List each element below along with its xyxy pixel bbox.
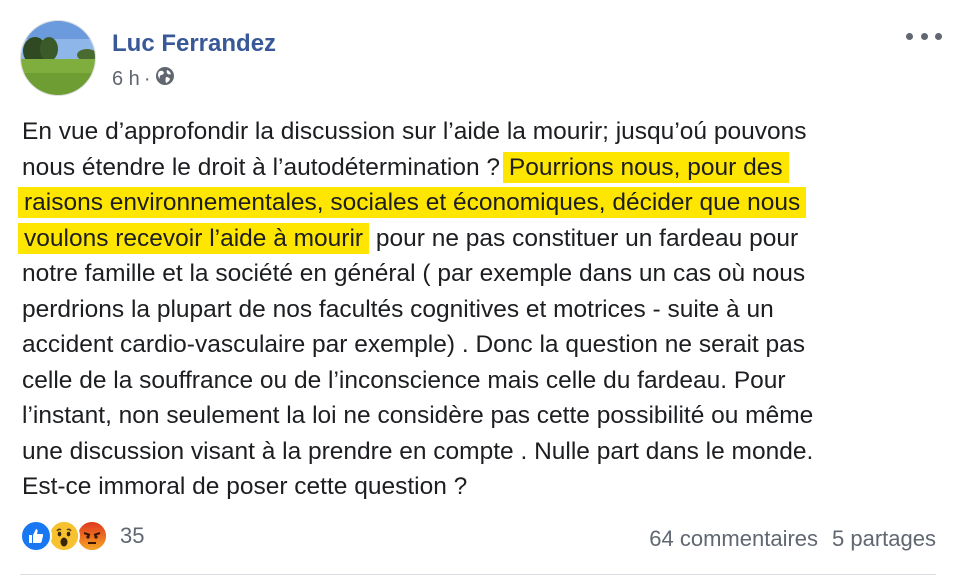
post-text-line: accident cardio-vasculaire par exemple) … xyxy=(22,327,902,363)
highlighted-text: raisons environnementales, sociales et é… xyxy=(18,187,807,218)
post-text-line: celle de la souffrance ou de l’inconscie… xyxy=(22,363,902,399)
meta-separator: · xyxy=(143,67,151,90)
highlighted-text: voulons recevoir l’aide à mourir xyxy=(18,222,370,254)
post-text-segment: Est-ce immoral de poser cette question ? xyxy=(22,473,468,500)
angry-reaction-icon xyxy=(76,520,108,552)
avatar-photo xyxy=(21,21,95,95)
reaction-count[interactable]: 35 xyxy=(120,523,144,549)
divider xyxy=(20,574,936,575)
post-text-line: voulons recevoir l’aide à mourir pour ne… xyxy=(18,221,902,257)
reactions-summary[interactable]: 35 xyxy=(20,520,144,552)
post-text-segment: celle de la souffrance ou de l’inconscie… xyxy=(22,366,786,394)
engagement-summary: 64 commentaires 5 partages xyxy=(649,526,936,552)
more-options-icon[interactable] xyxy=(906,24,942,48)
wow-reaction-icon xyxy=(48,520,80,552)
globe-icon xyxy=(155,66,175,92)
post-text-line: nous étendre le droit à l’autodéterminat… xyxy=(22,150,902,186)
post-text-segment: En vue d’approfondir la discussion sur l… xyxy=(22,118,807,145)
post-text-segment: notre famille et la société en général (… xyxy=(22,260,806,287)
post-text: En vue d’approfondir la discussion sur l… xyxy=(18,114,902,505)
post-text-line: En vue d’approfondir la discussion sur l… xyxy=(22,114,902,150)
author-name[interactable]: Luc Ferrandez xyxy=(112,30,276,58)
reaction-icons xyxy=(20,520,108,552)
post-text-segment: perdrions la plupart de nos facultés cog… xyxy=(22,295,774,323)
shares-count[interactable]: 5 partages xyxy=(832,526,936,552)
post-text-line: notre famille et la société en général (… xyxy=(22,256,902,292)
post-text-segment: l’instant, non seulement la loi ne consi… xyxy=(22,402,814,429)
post-text-line: raisons environnementales, sociales et é… xyxy=(18,185,902,221)
post-meta: 6 h · xyxy=(112,66,175,92)
post-text-line: Est-ce immoral de poser cette question ? xyxy=(22,469,902,505)
highlighted-text: Pourrions nous, pour des xyxy=(502,151,789,183)
post-text-segment: nous étendre le droit à l’autodéterminat… xyxy=(22,153,507,181)
post-text-line: perdrions la plupart de nos facultés cog… xyxy=(22,292,902,328)
like-reaction-icon xyxy=(20,520,52,552)
post-text-segment: accident cardio-vasculaire par exemple) … xyxy=(22,331,806,358)
comments-count[interactable]: 64 commentaires xyxy=(649,526,818,552)
avatar[interactable] xyxy=(20,20,96,96)
post-text-line: l’instant, non seulement la loi ne consi… xyxy=(22,398,902,434)
post-time[interactable]: 6 h xyxy=(112,68,140,91)
post-text-line: une discussion visant à la prendre en co… xyxy=(22,434,902,470)
post-text-segment: une discussion visant à la prendre en co… xyxy=(22,437,814,465)
post-text-segment: pour ne pas constituer un fardeau pour xyxy=(369,224,799,252)
